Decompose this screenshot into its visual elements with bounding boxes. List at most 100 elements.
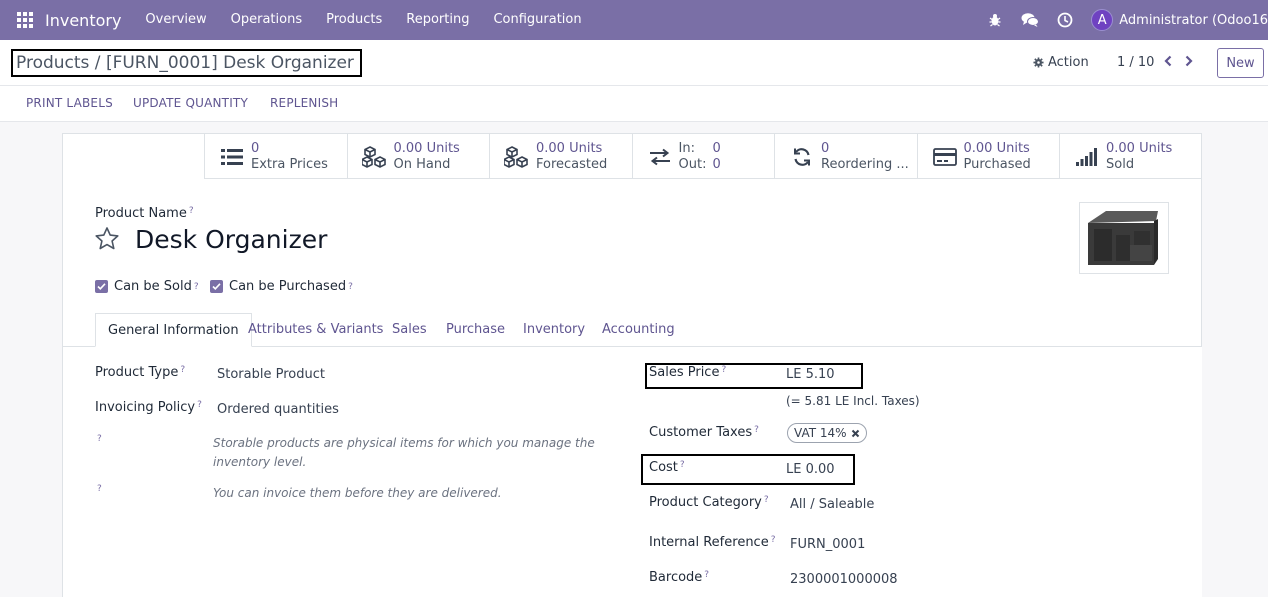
sales-price-field[interactable]: LE 5.10 [786,367,835,382]
on-hand-button[interactable]: 0.00 Units On Hand [346,134,490,179]
form-tabs: General Information Attributes & Variant… [63,313,1202,347]
in-value: 0 [712,141,721,156]
sales-price-label: Sales Price? [649,365,726,380]
app-brand[interactable]: Inventory [45,11,121,30]
general-information-page: Product Type? Storable Product Invoicing… [63,347,1202,597]
help-icon[interactable]: ? [97,434,102,444]
new-button[interactable]: New [1217,48,1264,78]
cost-label-text: Cost [649,460,678,475]
gear-icon [1033,57,1044,68]
checkmark-icon [95,280,108,293]
forecasted-button[interactable]: 0.00 Units Forecasted [489,134,632,179]
help-icon[interactable]: ? [680,460,685,470]
invoicing-policy-field[interactable]: Ordered quantities [217,402,339,417]
clock-icon[interactable] [1056,11,1074,29]
bug-icon[interactable] [986,11,1004,29]
exchange-icon [647,145,673,169]
print-labels-button[interactable]: PRINT LABELS [26,96,113,110]
can-be-purchased-label: Can be Purchased [229,279,347,294]
tab-accounting[interactable]: Accounting [602,313,675,347]
on-hand-label: On Hand [393,157,451,172]
chevron-left-icon [1164,55,1172,67]
internal-reference-field[interactable]: FURN_0001 [790,537,865,552]
control-panel: Products / [FURN_0001] Desk Organizer Ac… [0,40,1268,86]
purchased-value: 0.00 Units [963,141,1030,156]
help-icon[interactable]: ? [194,282,199,292]
product-name-field[interactable]: Desk Organizer [135,225,327,254]
help-icon[interactable]: ? [754,425,759,435]
out-label: Out: [678,157,707,172]
barcode-field[interactable]: 2300001000008 [790,572,898,587]
product-type-field[interactable]: Storable Product [217,367,325,382]
product-type-hint-line: Storable products are physical items for… [213,436,595,450]
help-icon[interactable]: ? [180,365,185,375]
help-icon[interactable]: ? [189,206,194,216]
tax-tag[interactable]: VAT 14% [787,423,867,443]
help-icon[interactable]: ? [721,365,726,375]
product-type-label: Product Type? [95,365,185,380]
menu-operations[interactable]: Operations [219,0,314,40]
customer-taxes-label-text: Customer Taxes [649,425,753,440]
user-avatar[interactable]: A [1091,9,1114,31]
help-icon[interactable]: ? [771,535,776,545]
chevron-right-icon [1185,55,1193,67]
tab-inventory[interactable]: Inventory [523,313,585,347]
cubes-icon [504,145,530,169]
tab-purchase[interactable]: Purchase [446,313,505,347]
product-image[interactable] [1079,202,1169,274]
pager-previous-button[interactable] [1160,52,1176,70]
list-icon [219,145,245,169]
product-type-hint-line: inventory level. [213,455,307,469]
help-icon[interactable]: ? [348,282,353,292]
invoicing-policy-label: Invoicing Policy? [95,400,202,415]
help-icon[interactable]: ? [764,495,769,505]
product-category-field[interactable]: All / Saleable [790,497,874,512]
can-be-purchased-checkbox[interactable]: Can be Purchased? [210,279,353,294]
chat-icon[interactable] [1021,11,1040,29]
cost-field[interactable]: LE 0.00 [786,462,835,477]
user-menu[interactable]: Administrator (Odoo16 [1119,13,1268,28]
extra-prices-value: 0 [251,141,260,156]
close-icon[interactable] [851,429,860,438]
menu-reporting[interactable]: Reporting [394,0,481,40]
extra-prices-button[interactable]: 0 Extra Prices [204,134,347,179]
apps-grid-icon[interactable] [17,12,33,28]
purchased-button[interactable]: 0.00 Units Purchased [916,134,1060,179]
signal-icon [1074,145,1100,169]
forecasted-value: 0.00 Units [536,141,603,156]
menu-overview[interactable]: Overview [133,0,218,40]
reordering-value: 0 [821,141,830,156]
form-statusbar: PRINT LABELS UPDATE QUANTITY REPLENISH [0,86,1268,122]
breadcrumb[interactable]: Products / [FURN_0001] Desk Organizer [11,49,362,77]
update-quantity-button[interactable]: UPDATE QUANTITY [133,96,248,110]
pager-next-button[interactable] [1181,52,1197,70]
help-icon[interactable]: ? [97,484,102,494]
tax-tag-label: VAT 14% [794,426,847,440]
menu-products[interactable]: Products [314,0,394,40]
incl-taxes-text: (= 5.81 LE Incl. Taxes) [786,394,920,408]
help-icon[interactable]: ? [197,400,202,410]
pager-value[interactable]: 1 / 10 [1117,55,1154,70]
replenish-button[interactable]: REPLENISH [270,96,338,110]
extra-prices-label: Extra Prices [251,157,328,172]
sold-button[interactable]: 0.00 Units Sold [1059,134,1202,179]
tab-attributes-variants[interactable]: Attributes & Variants [248,313,383,347]
star-icon[interactable] [94,226,120,252]
refresh-icon [789,145,815,169]
form-sheet: 0 Extra Prices 0.00 Units On Hand 0.00 Uni… [62,133,1202,597]
product-category-label-text: Product Category [649,495,762,510]
out-value: 0 [712,157,721,172]
action-menu-button[interactable]: Action [1033,55,1089,70]
on-hand-value: 0.00 Units [393,141,460,156]
in-out-button[interactable]: In: 0 Out: 0 [631,134,775,179]
help-icon[interactable]: ? [704,570,709,580]
reordering-button[interactable]: 0 Reordering ... [774,134,917,179]
can-be-sold-checkbox[interactable]: Can be Sold? [95,279,199,294]
menu-configuration[interactable]: Configuration [481,0,593,40]
in-label: In: [678,141,695,156]
tab-sales[interactable]: Sales [392,313,427,347]
product-type-hint: Storable products are physical items for… [213,434,595,472]
tab-general-information[interactable]: General Information [95,313,252,347]
customer-taxes-label: Customer Taxes? [649,425,759,440]
invoicing-policy-label-text: Invoicing Policy [95,400,196,415]
